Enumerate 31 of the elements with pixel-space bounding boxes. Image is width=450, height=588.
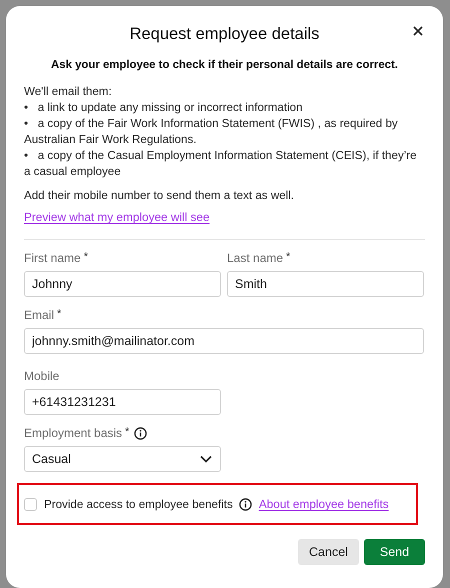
bullet-item: • a copy of the Fair Work Information Statement (FWIS) , as required by Australian Fair Work Regulations. [24, 116, 399, 148]
text-field[interactable]: Smith [227, 271, 424, 297]
info-icon[interactable] [238, 498, 252, 510]
checkbox-label: Provide access to employee benefits [44, 498, 233, 510]
field-label: Mobile [24, 369, 60, 383]
text-field[interactable]: +61431231231 [24, 389, 221, 415]
bullet-item: • a copy of the Casual Employment Information Statement (CEIS), if they’re a casual employee [24, 148, 418, 180]
preview-link[interactable]: Preview what my employee will see [24, 210, 210, 224]
text-field[interactable]: johnny.smith@mailinator.com [24, 328, 424, 354]
dialog-title: Request employee details [130, 24, 320, 44]
chevron-down-icon [200, 455, 212, 463]
field-label: Employment basis [24, 426, 122, 440]
field-label: First name [24, 251, 81, 265]
instruction-text: Ask your employee to check if their personal details are correct. [50, 58, 399, 73]
required-mark: * [125, 426, 130, 440]
cancel-button[interactable]: Cancel [298, 539, 359, 565]
body-text: Add their mobile number to send them a text as well. [24, 188, 296, 204]
send-button[interactable]: Send [364, 539, 425, 565]
info-icon[interactable] [134, 426, 148, 440]
employment-basis-dropdown[interactable]: Casual [24, 446, 221, 472]
required-mark: * [286, 251, 290, 265]
field-label: Email [24, 308, 54, 322]
text-field[interactable]: Johnny [24, 271, 221, 297]
checkbox[interactable] [24, 498, 37, 510]
required-mark: * [57, 308, 62, 322]
field-label: Last name [227, 251, 284, 265]
close-icon[interactable] [413, 26, 423, 36]
required-mark: * [84, 251, 88, 265]
bullet-item: • a link to update any missing or incorrect information [24, 100, 304, 116]
body-text: We'll email them: [24, 84, 113, 100]
benefits-link[interactable]: About employee benefits [258, 497, 389, 511]
